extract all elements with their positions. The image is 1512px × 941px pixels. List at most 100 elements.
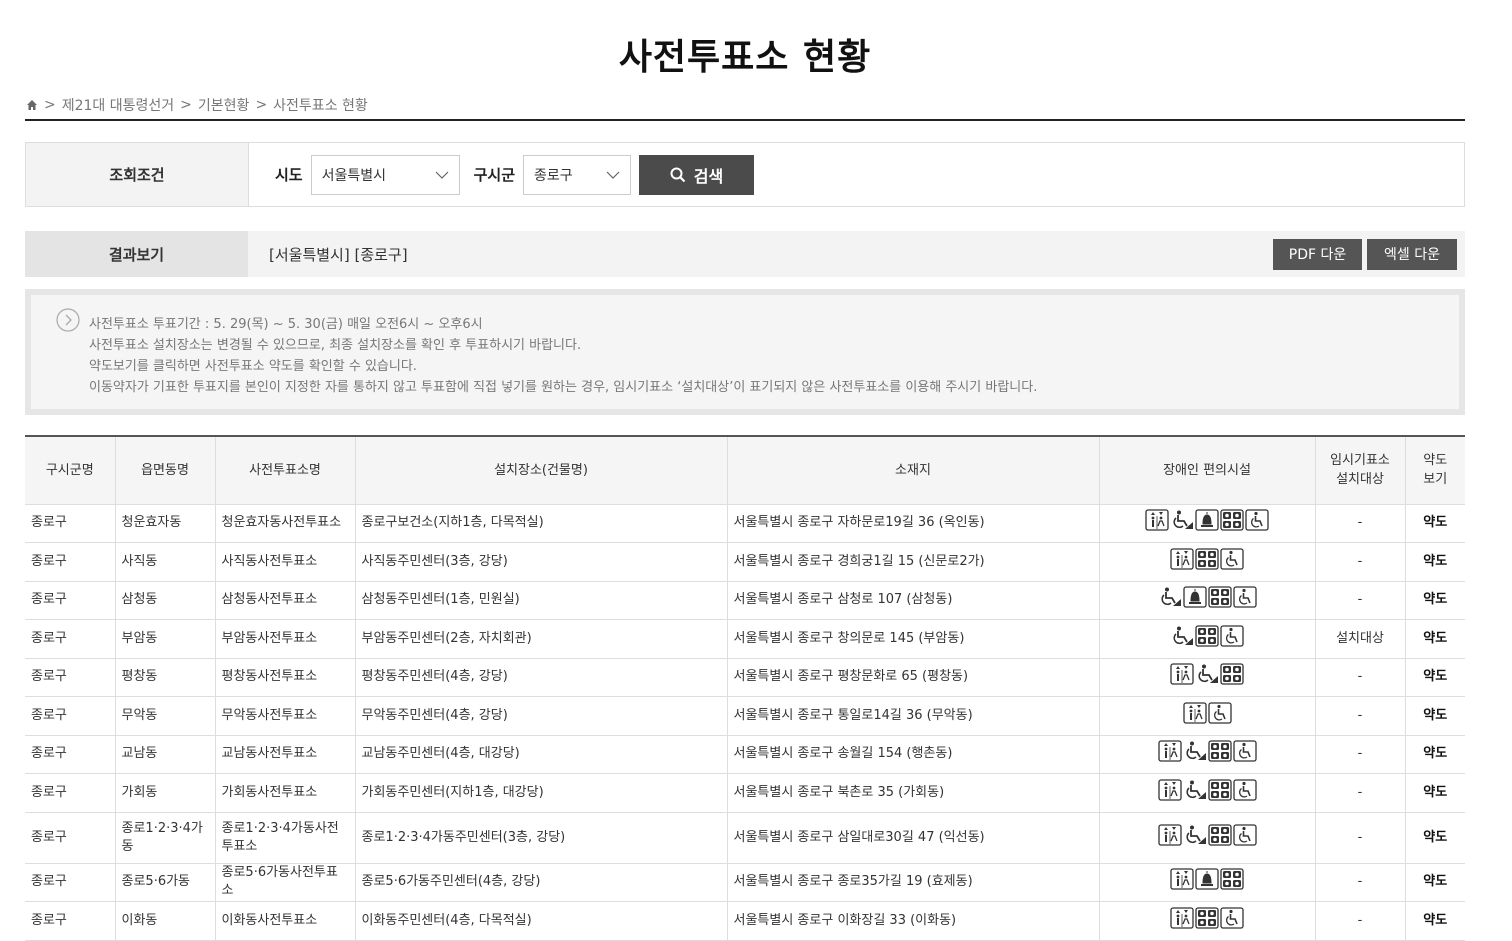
cell-temp-booth: - <box>1314 773 1406 813</box>
cell-address: 서울특별시 종로구 삼일대로30길 47 (익선동) <box>726 811 1100 864</box>
page-container: 사전투표소 현황 > 제21대 대통령선거 > 기본현황 > 사전투표소 현황 … <box>25 0 1465 941</box>
wheelchair-icon <box>1207 702 1232 730</box>
cell-gu: 종로구 <box>25 696 116 736</box>
cell-gu: 종로구 <box>25 773 116 813</box>
map-link[interactable]: 약도 <box>1404 657 1465 697</box>
cell-gu: 종로구 <box>25 734 116 774</box>
map-link[interactable]: 약도 <box>1404 696 1465 736</box>
sido-select[interactable]: 서울특별시 <box>310 154 460 195</box>
result-bar: 결과보기 [서울특별시] [종로구] PDF 다운 엑셀 다운 <box>25 231 1465 277</box>
pdf-download-button[interactable]: PDF 다운 <box>1273 238 1362 270</box>
header-facilities: 장애인 편의시설 <box>1098 436 1316 505</box>
bell-icon <box>1195 509 1219 537</box>
map-link[interactable]: 약도 <box>1404 901 1465 941</box>
cell-dong: 삼청동 <box>114 580 216 620</box>
cell-temp-booth: - <box>1314 811 1406 864</box>
cell-station-name: 교남동사전투표소 <box>214 734 356 774</box>
wheelchair-ramp-icon <box>1183 779 1207 807</box>
map-link[interactable]: 약도 <box>1404 734 1465 774</box>
title-divider <box>25 119 1465 121</box>
cell-gu: 종로구 <box>25 503 116 543</box>
cell-facilities <box>1098 580 1316 620</box>
cell-station-name: 종로1·2·3·4가동사전투표소 <box>214 811 356 864</box>
braille-block-icon <box>1207 586 1232 614</box>
cell-address: 서울특별시 종로구 송월길 154 (행촌동) <box>726 734 1100 774</box>
table-row: 종로구 사직동 사직동사전투표소 사직동주민센터(3층, 강당) 서울특별시 종로구 경… <box>25 542 1465 582</box>
cell-place: 종로구보건소(지하1층, 다목적실) <box>354 503 728 543</box>
chevron-right-circle-icon <box>56 308 80 332</box>
wheelchair-icon <box>1220 625 1244 653</box>
cell-gu: 종로구 <box>25 542 116 582</box>
excel-download-button[interactable]: 엑셀 다운 <box>1367 238 1457 270</box>
table-header-row: 구시군명 읍면동명 사전투표소명 설치장소(건물명) 소재지 장애인 편의시설 임시기표소 설… <box>25 436 1465 505</box>
home-icon[interactable] <box>26 99 38 111</box>
cell-dong: 평창동 <box>114 657 216 697</box>
wheelchair-icon <box>1232 823 1257 852</box>
map-link[interactable]: 약도 <box>1404 862 1465 902</box>
cell-gu: 종로구 <box>25 619 116 659</box>
cell-place: 가회동주민센터(지하1층, 대강당) <box>354 773 728 813</box>
elevator-icon <box>1157 779 1182 807</box>
table-row: 종로구 청운효자동 청운효자동사전투표소 종로구보건소(지하1층, 다목적실) 서울특별… <box>25 503 1465 543</box>
polling-station-table: 구시군명 읍면동명 사전투표소명 설치장소(건물명) 소재지 장애인 편의시설 임시기표소 설… <box>25 435 1465 941</box>
cell-station-name: 종로5·6가동사전투표소 <box>214 862 356 902</box>
cell-place: 종로1·2·3·4가동주민센터(3층, 강당) <box>354 811 728 864</box>
header-place: 설치장소(건물명) <box>354 436 728 505</box>
cell-address: 서울특별시 종로구 삼청로 107 (삼청동) <box>726 580 1100 620</box>
cell-temp-booth: - <box>1314 734 1406 774</box>
wheelchair-ramp-icon <box>1183 740 1207 768</box>
breadcrumb-item-election[interactable]: 제21대 대통령선거 <box>62 95 174 115</box>
map-link[interactable]: 약도 <box>1404 503 1465 543</box>
map-link[interactable]: 약도 <box>1404 619 1465 659</box>
wheelchair-icon <box>1220 548 1244 576</box>
breadcrumb-item-basic-status[interactable]: 기본현황 <box>198 95 250 115</box>
cell-place: 평창동주민센터(4층, 강당) <box>354 657 728 697</box>
map-link[interactable]: 약도 <box>1404 542 1465 582</box>
cell-gu: 종로구 <box>25 862 116 902</box>
breadcrumb-item-current: 사전투표소 현황 <box>273 98 368 114</box>
gu-select[interactable]: 종로구 <box>523 154 632 195</box>
table-row: 종로구 교남동 교남동사전투표소 교남동주민센터(4층, 대강당) 서울특별시 종로구 … <box>25 734 1465 774</box>
table-body: 종로구 청운효자동 청운효자동사전투표소 종로구보건소(지하1층, 다목적실) 서울특별… <box>25 503 1465 941</box>
cell-facilities <box>1098 619 1316 659</box>
cell-dong: 이화동 <box>114 901 216 941</box>
cell-facilities <box>1098 811 1316 864</box>
table-row: 종로구 평창동 평창동사전투표소 평창동주민센터(4층, 강당) 서울특별시 종로구 평… <box>25 657 1465 697</box>
page-title: 사전투표소 현황 <box>618 37 872 78</box>
cell-gu: 종로구 <box>25 580 116 620</box>
cell-station-name: 삼청동사전투표소 <box>214 580 356 620</box>
header-dong: 읍면동명 <box>114 436 216 505</box>
cell-address: 서울특별시 종로구 북촌로 35 (가회동) <box>726 773 1100 813</box>
table-row: 종로구 종로1·2·3·4가동 종로1·2·3·4가동사전투표소 종로1·2·3·4가… <box>25 811 1465 864</box>
cell-station-name: 청운효자동사전투표소 <box>214 503 356 543</box>
cell-station-name: 무악동사전투표소 <box>214 696 356 736</box>
cell-temp-booth: - <box>1314 580 1406 620</box>
map-link[interactable]: 약도 <box>1404 811 1465 864</box>
notice-line: 사전투표소 투표기간 : 5. 29(목) ~ 5. 30(금) 매일 오전6시… <box>89 317 483 332</box>
braille-block-icon <box>1207 823 1232 852</box>
cell-dong: 사직동 <box>114 542 216 582</box>
cell-temp-booth: - <box>1314 542 1406 582</box>
search-panel: 조회조건 시도 서울특별시 구시군 종로구 검색 <box>25 142 1465 207</box>
cell-place: 이화동주민센터(4층, 다목적실) <box>354 901 728 941</box>
cell-facilities <box>1098 862 1316 902</box>
chevron-down-icon <box>606 171 620 179</box>
cell-address: 서울특별시 종로구 경희궁1길 15 (신문로2가) <box>726 542 1100 582</box>
result-label: 결과보기 <box>25 231 248 277</box>
wheelchair-icon <box>1232 779 1257 807</box>
cell-dong: 종로5·6가동 <box>114 862 216 902</box>
bell-icon <box>1195 868 1219 896</box>
cell-dong: 무악동 <box>114 696 216 736</box>
map-link[interactable]: 약도 <box>1404 773 1465 813</box>
breadcrumb-separator: > <box>255 97 268 113</box>
table-row: 종로구 가회동 가회동사전투표소 가회동주민센터(지하1층, 대강당) 서울특별시 종로… <box>25 773 1465 813</box>
wheelchair-ramp-icon <box>1158 586 1182 614</box>
search-button[interactable]: 검색 <box>639 154 755 195</box>
header-station: 사전투표소명 <box>214 436 356 505</box>
cell-address: 서울특별시 종로구 창의문로 145 (부암동) <box>726 619 1100 659</box>
breadcrumb: > 제21대 대통령선거 > 기본현황 > 사전투표소 현황 <box>25 91 1465 119</box>
cell-facilities <box>1098 503 1316 543</box>
cell-place: 삼청동주민센터(1층, 민원실) <box>354 580 728 620</box>
wheelchair-ramp-icon <box>1170 509 1194 537</box>
map-link[interactable]: 약도 <box>1404 580 1465 620</box>
